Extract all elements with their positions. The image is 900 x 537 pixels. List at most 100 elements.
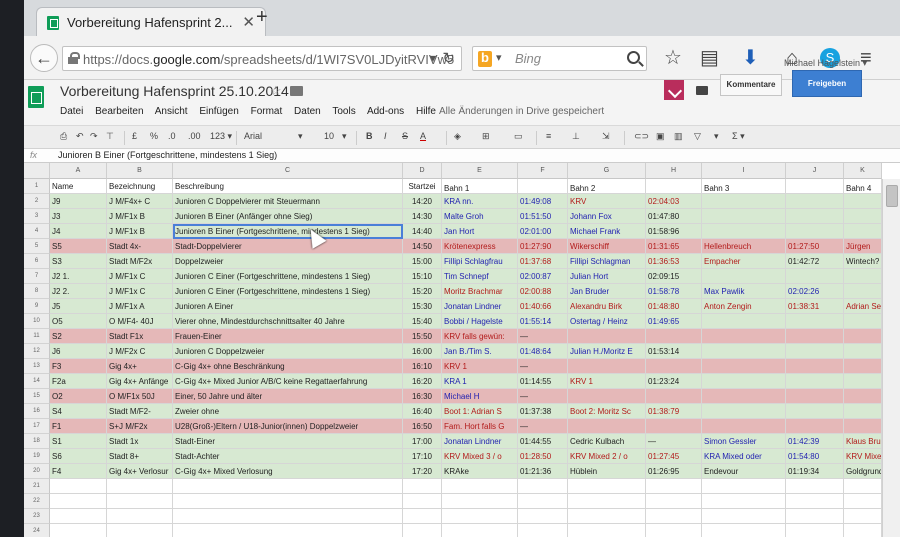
cell-k16[interactable]: [844, 404, 882, 419]
cell-c8[interactable]: Junioren C Einer (Fortgeschrittene, mind…: [173, 284, 403, 299]
paint-format-icon[interactable]: ⊤: [106, 131, 114, 142]
functions-button[interactable]: Σ ▾: [732, 131, 745, 142]
cell-e13[interactable]: KRV 1: [442, 359, 518, 374]
reading-list-icon[interactable]: ▤: [700, 48, 719, 68]
cell-i22[interactable]: [702, 494, 786, 509]
increase-decimal-button[interactable]: .00: [188, 131, 201, 141]
cell-d7[interactable]: 15:10: [403, 269, 442, 284]
cell-c9[interactable]: Junioren A Einer: [173, 299, 403, 314]
cell-j12[interactable]: [786, 344, 844, 359]
row-number[interactable]: 3: [24, 209, 50, 224]
column-header-a[interactable]: A: [50, 163, 107, 179]
cell-k24[interactable]: [844, 524, 882, 537]
download-icon[interactable]: ⬇: [742, 48, 759, 68]
cell-a11[interactable]: S2: [50, 329, 107, 344]
url-dropdown-icon[interactable]: ▾: [430, 51, 436, 65]
vertical-align-icon[interactable]: ⊥: [572, 131, 580, 142]
filter-icon[interactable]: ▽: [694, 131, 701, 142]
cell-f21[interactable]: [518, 479, 568, 494]
cell-h8[interactable]: 01:58:78: [646, 284, 702, 299]
cell-a17[interactable]: F1: [50, 419, 107, 434]
cell-d13[interactable]: 16:10: [403, 359, 442, 374]
cell-f7[interactable]: 02:00:87: [518, 269, 568, 284]
cell-i21[interactable]: [702, 479, 786, 494]
cell-b19[interactable]: Stadt 8+: [107, 449, 173, 464]
cell-e9[interactable]: Jonatan Lindner: [442, 299, 518, 314]
cell-f9[interactable]: 01:40:66: [518, 299, 568, 314]
row-number[interactable]: 9: [24, 299, 50, 314]
cell-k23[interactable]: [844, 509, 882, 524]
menu-ansicht[interactable]: Ansicht: [155, 106, 188, 117]
cell-i7[interactable]: [702, 269, 786, 284]
cell-e7[interactable]: Tim Schnepf: [442, 269, 518, 284]
cell-j7[interactable]: [786, 269, 844, 284]
cell-b22[interactable]: [107, 494, 173, 509]
cell-f2[interactable]: 01:49:08: [518, 194, 568, 209]
font-dropdown-icon[interactable]: ▾: [298, 131, 303, 142]
cell-j20[interactable]: 01:19:34: [786, 464, 844, 479]
menu-einfuegen[interactable]: Einfügen: [199, 106, 238, 117]
cell-f8[interactable]: 02:00:88: [518, 284, 568, 299]
cell-g9[interactable]: Alexandru Birk: [568, 299, 646, 314]
cell-a3[interactable]: J3: [50, 209, 107, 224]
cell-k15[interactable]: [844, 389, 882, 404]
user-account[interactable]: Michael Hagelstein ▾: [784, 58, 867, 69]
cell-i17[interactable]: [702, 419, 786, 434]
cell-k11[interactable]: [844, 329, 882, 344]
cell-d11[interactable]: 15:50: [403, 329, 442, 344]
cell-j8[interactable]: 02:02:26: [786, 284, 844, 299]
row-number[interactable]: 2: [24, 194, 50, 209]
row-number[interactable]: 23: [24, 509, 50, 524]
cell-e5[interactable]: Krötenexpress: [442, 239, 518, 254]
number-format-button[interactable]: 123 ▾: [210, 131, 232, 142]
cell-a13[interactable]: F3: [50, 359, 107, 374]
menu-tools[interactable]: Tools: [332, 106, 355, 117]
cell-h4[interactable]: 01:58:96: [646, 224, 702, 239]
cell-a8[interactable]: J2 2.: [50, 284, 107, 299]
cell-b3[interactable]: J M/F1x B: [107, 209, 173, 224]
cell-b4[interactable]: J M/F1x B: [107, 224, 173, 239]
cell-d19[interactable]: 17:10: [403, 449, 442, 464]
cell-e8[interactable]: Moritz Brachmar: [442, 284, 518, 299]
cell-f24[interactable]: [518, 524, 568, 537]
row-number[interactable]: 14: [24, 374, 50, 389]
cell-g13[interactable]: [568, 359, 646, 374]
cell-h22[interactable]: [646, 494, 702, 509]
row-number[interactable]: 20: [24, 464, 50, 479]
cell-a15[interactable]: O2: [50, 389, 107, 404]
select-all-corner[interactable]: [24, 163, 50, 179]
cell-d3[interactable]: 14:30: [403, 209, 442, 224]
cell-f15[interactable]: —: [518, 389, 568, 404]
row-number[interactable]: 1: [24, 179, 50, 194]
align-left-icon[interactable]: ≡: [546, 131, 551, 141]
cell-j24[interactable]: [786, 524, 844, 537]
cell-h13[interactable]: [646, 359, 702, 374]
cell-a16[interactable]: S4: [50, 404, 107, 419]
header-cell-i[interactable]: Bahn 3: [702, 179, 786, 194]
cell-b15[interactable]: O M/F1x 50J: [107, 389, 173, 404]
cell-c6[interactable]: Doppelzweier: [173, 254, 403, 269]
cell-e12[interactable]: Jan B./Tim S.: [442, 344, 518, 359]
cell-j11[interactable]: [786, 329, 844, 344]
cell-i19[interactable]: KRA Mixed oder: [702, 449, 786, 464]
cell-k9[interactable]: Adrian Seile: [844, 299, 882, 314]
cell-k6[interactable]: Wintech?: [844, 254, 882, 269]
row-number[interactable]: 17: [24, 419, 50, 434]
cell-h15[interactable]: [646, 389, 702, 404]
cell-g20[interactable]: Hüblein: [568, 464, 646, 479]
cell-a5[interactable]: S5: [50, 239, 107, 254]
comment-icon[interactable]: [696, 86, 708, 95]
cell-b10[interactable]: O M/F4- 40J: [107, 314, 173, 329]
cell-k17[interactable]: [844, 419, 882, 434]
cell-c7[interactable]: Junioren C Einer (Fortgeschrittene, mind…: [173, 269, 403, 284]
cell-d15[interactable]: 16:30: [403, 389, 442, 404]
header-cell-a[interactable]: Name: [50, 179, 107, 194]
cell-g24[interactable]: [568, 524, 646, 537]
cell-j17[interactable]: [786, 419, 844, 434]
cell-j13[interactable]: [786, 359, 844, 374]
cell-a7[interactable]: J2 1.: [50, 269, 107, 284]
cell-h11[interactable]: [646, 329, 702, 344]
cell-b17[interactable]: S+J M/F2x: [107, 419, 173, 434]
cell-e23[interactable]: [442, 509, 518, 524]
row-number[interactable]: 8: [24, 284, 50, 299]
